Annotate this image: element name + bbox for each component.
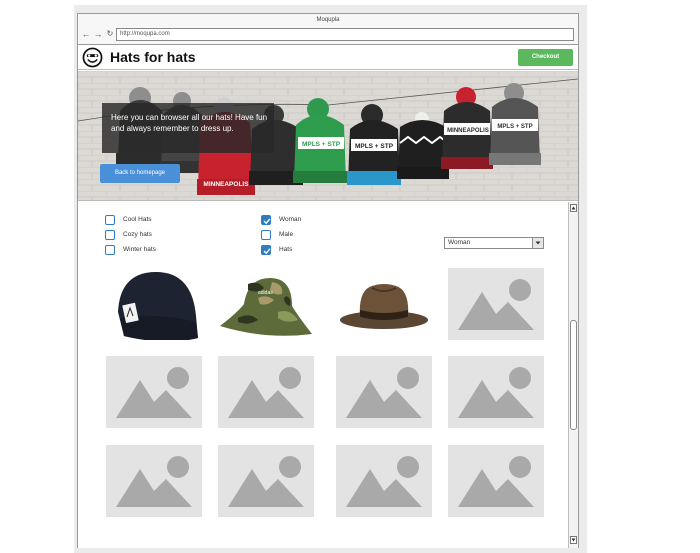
reload-icon[interactable]: ↻ xyxy=(105,28,115,40)
hat-label-3: MPLS + STP xyxy=(355,143,394,150)
checkbox-checked[interactable] xyxy=(261,215,271,225)
scrollbar-thumb[interactable] xyxy=(570,320,577,430)
image-placeholder-icon xyxy=(346,456,422,507)
back-arrow-icon[interactable]: ← xyxy=(81,28,91,40)
product-tile-camo-bucket[interactable]: adidas xyxy=(218,268,314,340)
forward-arrow-icon[interactable]: → xyxy=(93,28,103,40)
checkmark-icon xyxy=(263,248,271,255)
product-tile-placeholder[interactable] xyxy=(106,356,202,428)
smiley-face-icon[interactable] xyxy=(82,47,103,68)
vertical-scrollbar[interactable] xyxy=(568,202,578,548)
product-tile-placeholder[interactable] xyxy=(218,356,314,428)
product-tile-placeholder[interactable] xyxy=(106,445,202,517)
checkmark-icon xyxy=(263,218,271,225)
product-tile-placeholder[interactable] xyxy=(336,356,432,428)
browser-window: Moqupla ← → ↻ http://moqupa.com Hats for… xyxy=(77,13,579,548)
product-tile-fedora[interactable] xyxy=(336,268,432,340)
window-title: Moqupla xyxy=(316,17,340,23)
page-viewport: Hats for hats Checkout MINNEAPOLIS MPLS … xyxy=(78,44,578,548)
chevron-down-icon[interactable] xyxy=(532,238,543,248)
image-placeholder-icon xyxy=(458,456,534,507)
scroll-down-icon[interactable] xyxy=(570,536,577,544)
product-tile-placeholder[interactable] xyxy=(336,445,432,517)
product-browser: Cool Hats Cozy hats Winter hats Woman Ma… xyxy=(78,202,568,548)
checkbox[interactable] xyxy=(105,245,115,255)
checkbox[interactable] xyxy=(261,230,271,240)
product-tile-placeholder[interactable] xyxy=(448,356,544,428)
browser-nav-bar: ← → ↻ http://moqupa.com xyxy=(78,27,578,43)
checkbox[interactable] xyxy=(105,230,115,240)
site-title: Hats for hats xyxy=(110,49,196,65)
address-bar[interactable]: http://moqupa.com xyxy=(116,28,574,41)
hat-label-5: MPLS + STP xyxy=(497,124,532,130)
back-to-homepage-button[interactable]: Back to homepage xyxy=(100,164,180,183)
image-placeholder-icon xyxy=(116,456,192,507)
camo-bucket-hat-image: adidas xyxy=(220,278,312,336)
hero-message: Here you can browser all our hats! Have … xyxy=(102,103,274,153)
hat-label-1: MINNEAPOLIS xyxy=(203,181,249,188)
sort-select-value: Woman xyxy=(448,239,471,246)
image-placeholder-icon xyxy=(458,367,534,418)
checkbox-checked[interactable] xyxy=(261,245,271,255)
sort-select[interactable]: Woman xyxy=(444,237,544,249)
hero-banner: MINNEAPOLIS MPLS + STP MPLS + STP MINNEA… xyxy=(78,71,578,201)
image-placeholder-icon xyxy=(116,367,192,418)
scroll-up-icon[interactable] xyxy=(570,204,577,212)
product-tile-placeholder[interactable] xyxy=(448,268,544,340)
hat-label-2: MPLS + STP xyxy=(302,141,341,148)
product-tile-placeholder[interactable] xyxy=(448,445,544,517)
checkout-button[interactable]: Checkout xyxy=(518,49,573,66)
fedora-hat-image xyxy=(340,284,428,329)
product-tile-beanie[interactable] xyxy=(106,268,202,340)
product-tile-placeholder[interactable] xyxy=(218,445,314,517)
image-placeholder-icon xyxy=(458,279,534,330)
image-placeholder-icon xyxy=(228,367,304,418)
image-placeholder-icon xyxy=(346,367,422,418)
beanie-hat-image xyxy=(118,272,198,340)
checkbox[interactable] xyxy=(105,215,115,225)
image-placeholder-icon xyxy=(228,456,304,507)
hat-label-4: MINNEAPOLIS xyxy=(447,128,489,134)
site-header: Hats for hats Checkout xyxy=(78,45,578,70)
svg-text:adidas: adidas xyxy=(258,290,273,296)
